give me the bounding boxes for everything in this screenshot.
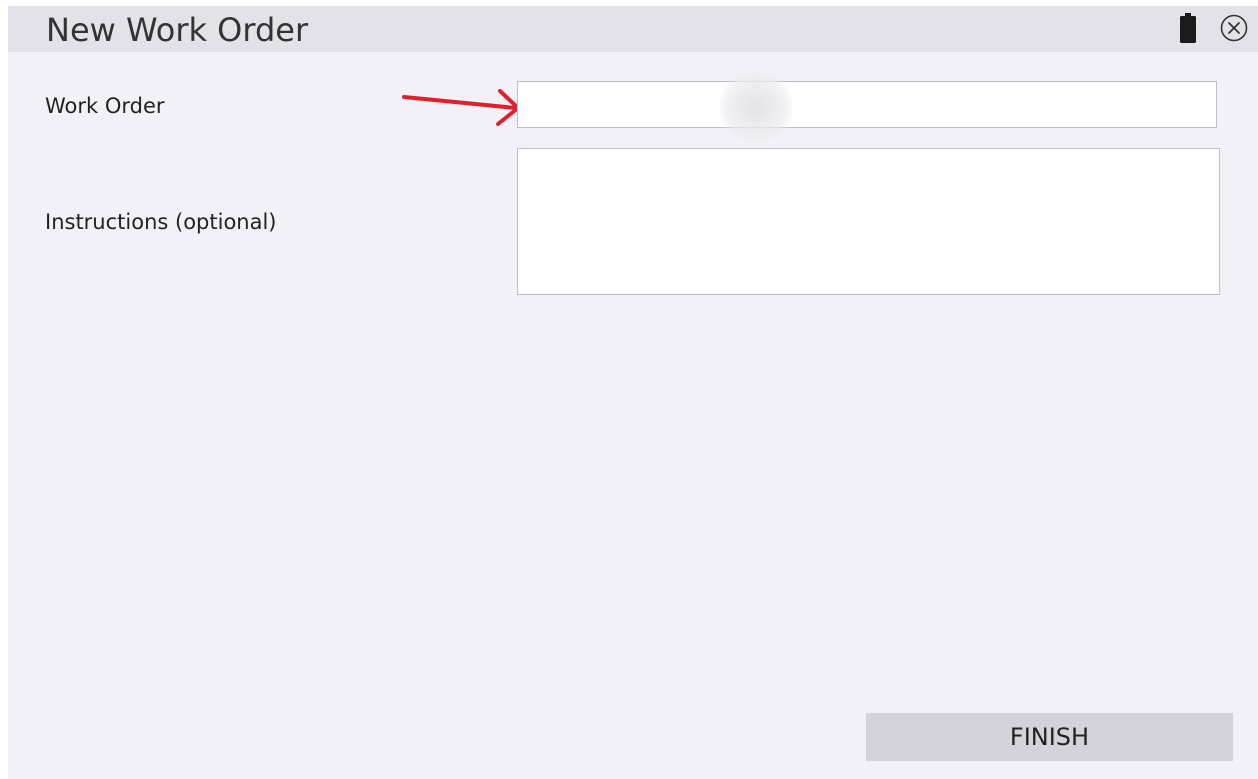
new-work-order-window: New Work Order Work Order Instructions (… — [8, 6, 1258, 779]
window-title: New Work Order — [46, 11, 309, 49]
title-bar: New Work Order — [8, 6, 1258, 52]
instructions-label: Instructions (optional) — [45, 210, 277, 234]
close-icon[interactable] — [1218, 12, 1250, 44]
finish-button[interactable]: FINISH — [866, 713, 1233, 761]
instructions-field[interactable] — [517, 148, 1220, 295]
work-order-label: Work Order — [45, 94, 165, 118]
arrow-right-icon — [402, 89, 520, 126]
battery-icon — [1180, 13, 1196, 43]
work-order-input[interactable] — [517, 81, 1217, 128]
